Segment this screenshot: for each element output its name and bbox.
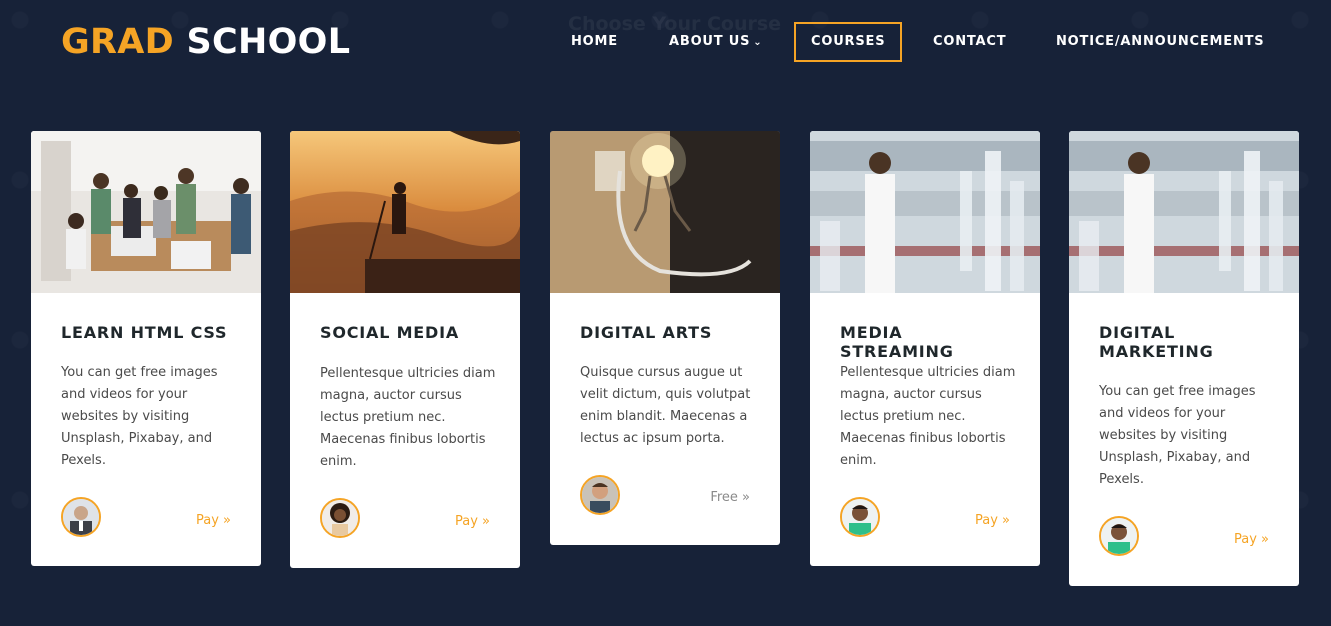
nav-about-label: ABOUT US bbox=[669, 34, 751, 49]
instructor-avatar bbox=[580, 475, 620, 515]
course-image bbox=[31, 131, 261, 293]
nav-courses[interactable]: COURSES bbox=[794, 22, 903, 62]
free-link[interactable]: Free » bbox=[710, 490, 750, 505]
instructor-avatar bbox=[1099, 516, 1139, 556]
instructor-avatar bbox=[61, 497, 101, 537]
course-description: You can get free images and videos for y… bbox=[1099, 384, 1256, 487]
course-image bbox=[290, 131, 520, 293]
course-card[interactable]: DIGITAL ARTS Quisque cursus augue ut vel… bbox=[550, 131, 780, 545]
pay-link[interactable]: Pay » bbox=[975, 513, 1010, 528]
course-image bbox=[550, 131, 780, 293]
nav-about[interactable]: ABOUT US ⌄ bbox=[669, 22, 762, 62]
course-card[interactable]: SOCIAL MEDIA Pellentesque ultricies diam… bbox=[290, 131, 520, 568]
chevron-down-icon: ⌄ bbox=[753, 37, 763, 48]
pay-link[interactable]: Pay » bbox=[1234, 532, 1269, 547]
nav-contact-label: CONTACT bbox=[933, 34, 1007, 49]
nav-home[interactable]: HOME bbox=[571, 22, 618, 62]
course-title: SOCIAL MEDIA bbox=[320, 323, 460, 342]
course-description: Pellentesque ultricies diam magna, aucto… bbox=[840, 365, 1016, 468]
nav-courses-label: COURSES bbox=[811, 34, 886, 49]
course-description: Pellentesque ultricies diam magna, aucto… bbox=[320, 366, 496, 469]
course-description: Quisque cursus augue ut velit dictum, qu… bbox=[580, 365, 751, 446]
course-title: MEDIA STREAMING bbox=[840, 323, 954, 361]
logo-school: SCHOOL bbox=[186, 22, 351, 62]
course-image bbox=[1069, 131, 1299, 293]
nav-notice[interactable]: NOTICE/ANNOUNCEMENTS bbox=[1056, 22, 1264, 62]
course-image bbox=[810, 131, 1040, 293]
course-card[interactable]: LEARN HTML CSS You can get free images a… bbox=[31, 131, 261, 566]
instructor-avatar bbox=[320, 498, 360, 538]
nav-notice-label: NOTICE/ANNOUNCEMENTS bbox=[1056, 34, 1265, 49]
site-header: GRAD SCHOOL HOME ABOUT US ⌄ COURSES CONTA… bbox=[0, 0, 1331, 84]
logo-grad: GRAD bbox=[61, 22, 175, 62]
course-title: DIGITAL ARTS bbox=[580, 323, 713, 342]
nav-contact[interactable]: CONTACT bbox=[933, 22, 1006, 62]
pay-link[interactable]: Pay » bbox=[196, 513, 231, 528]
course-title: LEARN HTML CSS bbox=[61, 323, 228, 342]
course-card[interactable]: DIGITAL MARKETING You can get free image… bbox=[1069, 131, 1299, 586]
site-logo[interactable]: GRAD SCHOOL bbox=[61, 22, 350, 62]
instructor-avatar bbox=[840, 497, 880, 537]
course-title: DIGITAL MARKETING bbox=[1099, 323, 1214, 361]
nav-home-label: HOME bbox=[571, 34, 618, 49]
course-card[interactable]: MEDIA STREAMING Pellentesque ultricies d… bbox=[810, 131, 1040, 566]
course-description: You can get free images and videos for y… bbox=[61, 365, 218, 468]
pay-link[interactable]: Pay » bbox=[455, 514, 490, 529]
